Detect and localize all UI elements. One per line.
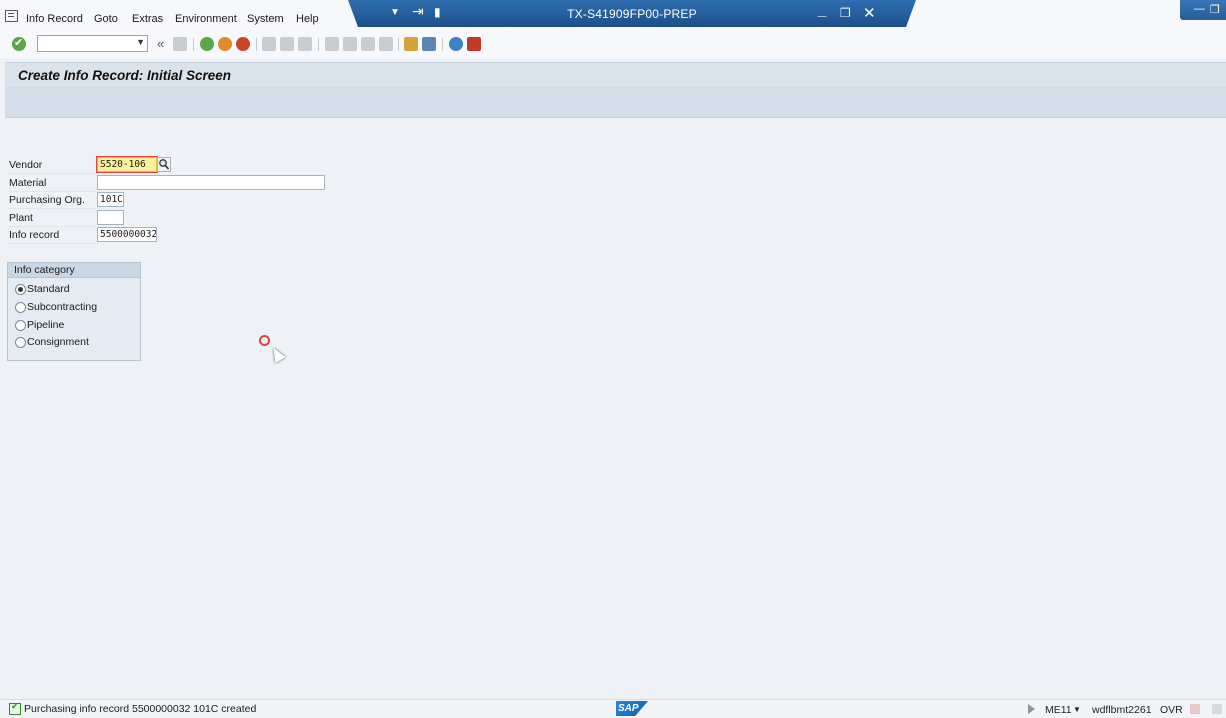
previous-page-icon[interactable] <box>343 37 357 51</box>
outer-restore-icon[interactable]: ❐ <box>1210 3 1220 16</box>
success-icon <box>9 701 21 715</box>
application-toolbar <box>5 87 1226 117</box>
info-record-label: Info record <box>9 229 60 241</box>
radio-label: Subcontracting <box>27 301 98 313</box>
menu-help[interactable]: Help <box>296 13 319 25</box>
material-input[interactable] <box>97 175 325 190</box>
help-icon[interactable] <box>449 37 463 51</box>
play-icon[interactable] <box>1028 704 1035 714</box>
save-icon[interactable] <box>173 37 187 51</box>
search-icon <box>159 159 170 170</box>
info-category-title: Info category <box>14 264 75 276</box>
plant-label: Plant <box>9 212 33 224</box>
separator <box>8 243 96 244</box>
radio-label: Standard <box>27 283 70 295</box>
separator <box>193 38 194 51</box>
separator <box>8 208 96 209</box>
page-title: Create Info Record: Initial Screen <box>18 68 232 83</box>
separator <box>398 38 399 51</box>
radio-button[interactable] <box>15 302 26 313</box>
last-page-icon[interactable] <box>379 37 393 51</box>
minimize-icon[interactable]: _ <box>818 2 826 19</box>
cancel-icon[interactable] <box>236 37 250 51</box>
back-icon[interactable] <box>200 37 214 51</box>
menu-icon[interactable] <box>5 10 18 22</box>
customize-icon[interactable] <box>467 37 481 51</box>
radio-label: Pipeline <box>27 319 65 331</box>
info-category-group: Info category Standard Subcontracting Pi… <box>7 262 141 361</box>
menu-environment[interactable]: Environment <box>175 13 237 25</box>
separator <box>318 38 319 51</box>
sap-icon <box>1190 704 1200 714</box>
mouse-pointer-icon <box>268 344 286 364</box>
search-help-button[interactable] <box>157 157 171 172</box>
material-label: Material <box>9 177 47 189</box>
first-page-icon[interactable] <box>325 37 339 51</box>
next-page-icon[interactable] <box>361 37 375 51</box>
menu-bar: Info Record Goto Extras Environment Syst… <box>0 0 1226 32</box>
vendor-input[interactable]: S520-106 <box>96 156 158 173</box>
plant-input[interactable] <box>97 210 124 225</box>
title-bar: ▼ ⇥ ▮ TX-S41909FP00-PREP _ ❐ ✕ <box>348 0 916 27</box>
transaction-code[interactable]: ME11 <box>1045 704 1072 716</box>
separator <box>442 38 443 51</box>
radio-button[interactable] <box>15 320 26 331</box>
separator <box>8 226 96 227</box>
find-icon[interactable] <box>280 37 294 51</box>
separator <box>8 173 96 174</box>
status-bar: Purchasing info record 5500000032 101C c… <box>0 699 1226 718</box>
status-message[interactable]: Purchasing info record 5500000032 101C c… <box>24 703 256 715</box>
radio-button-selected[interactable] <box>15 284 26 295</box>
insert-mode[interactable]: OVR <box>1160 704 1183 716</box>
chevron-down-icon[interactable]: ▼ <box>1073 705 1081 714</box>
toolbar: ▼ « <box>0 32 1226 58</box>
create-session-icon[interactable] <box>404 37 418 51</box>
vendor-label: Vendor <box>9 159 43 171</box>
outer-minimize-icon[interactable]: — <box>1194 3 1205 15</box>
server-name: wdflbmt2261 <box>1092 704 1152 716</box>
find-next-icon[interactable] <box>298 37 312 51</box>
radio-label: Consignment <box>27 336 89 348</box>
page-header: Create Info Record: Initial Screen <box>5 62 1226 118</box>
menu-goto[interactable]: Goto <box>94 13 118 25</box>
separator <box>8 191 96 192</box>
info-record-input[interactable]: 5500000032 <box>97 227 157 242</box>
menu-info-record[interactable]: Info Record <box>26 13 83 25</box>
shortcut-icon[interactable] <box>422 37 436 51</box>
collapse-command-icon[interactable]: « <box>157 36 164 51</box>
purchasing-org-label: Purchasing Org. <box>9 194 85 206</box>
menu-system[interactable]: System <box>247 13 284 25</box>
close-icon[interactable]: ✕ <box>863 4 876 22</box>
purchasing-org-input[interactable]: 101C <box>97 192 124 207</box>
options-icon[interactable] <box>1212 704 1222 714</box>
outer-window-controls: — ❐ <box>1180 0 1226 20</box>
chevron-down-icon[interactable]: ▼ <box>136 37 145 47</box>
radio-button[interactable] <box>15 337 26 348</box>
menu-extras[interactable]: Extras <box>132 13 163 25</box>
group-title: Info category <box>8 263 140 278</box>
restore-icon[interactable]: ❐ <box>840 6 851 20</box>
window-title: TX-S41909FP00-PREP <box>567 7 697 21</box>
command-field[interactable]: ▼ <box>37 35 148 52</box>
sap-logo: SAP <box>616 701 648 716</box>
click-indicator <box>259 335 270 346</box>
print-icon[interactable] <box>262 37 276 51</box>
exit-icon[interactable] <box>218 37 232 51</box>
enter-icon[interactable] <box>12 36 26 51</box>
separator <box>256 38 257 51</box>
